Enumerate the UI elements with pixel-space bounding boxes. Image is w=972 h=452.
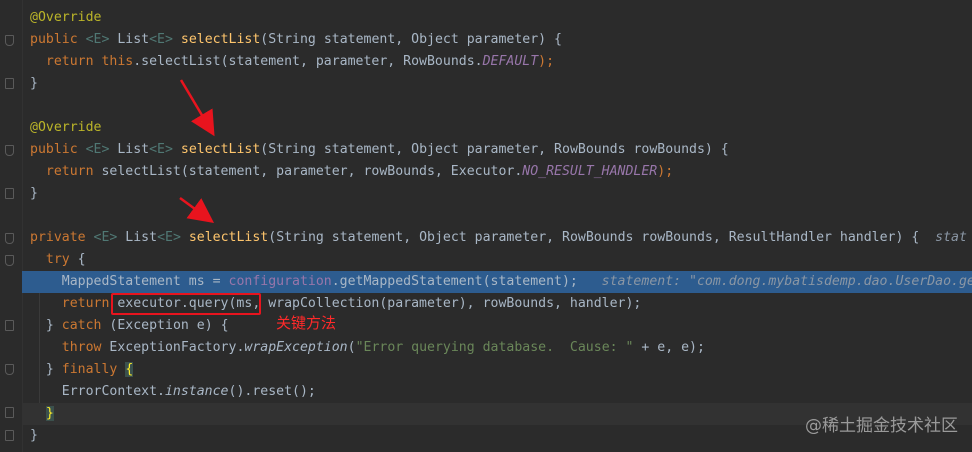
arrow-to-overload	[179, 79, 215, 137]
watermark: @稀土掘金技术社区	[805, 416, 958, 436]
arrow-to-private-method	[179, 196, 215, 223]
annotation-arrows	[179, 79, 215, 223]
